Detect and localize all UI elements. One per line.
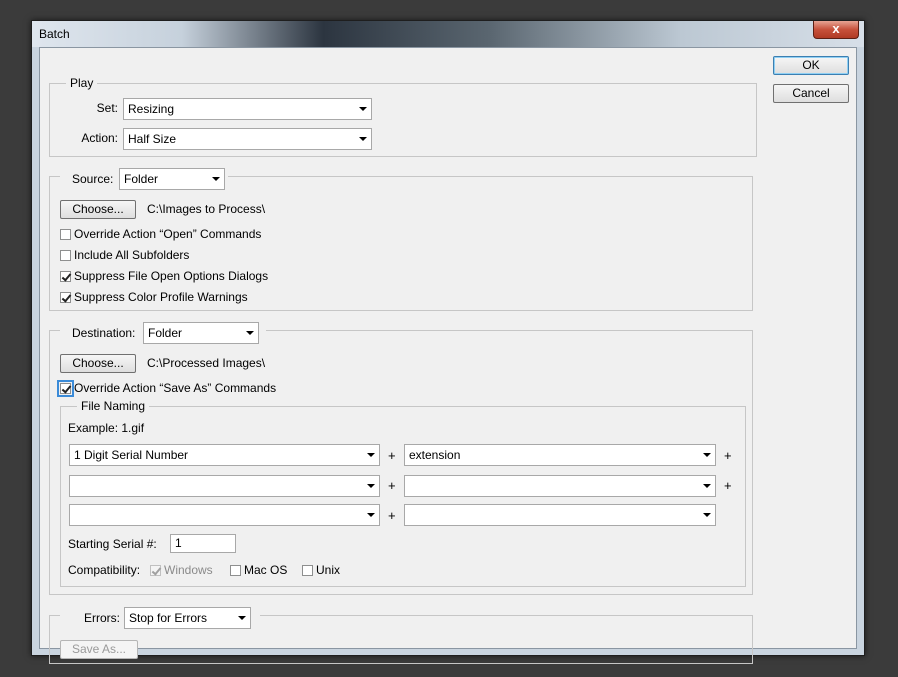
starting-serial-label: Starting Serial #: — [68, 537, 157, 551]
checkbox-label: Unix — [316, 563, 341, 577]
naming-example: Example: 1.gif — [68, 421, 145, 435]
source-value: Folder — [124, 172, 159, 186]
set-dropdown[interactable]: Resizing — [123, 98, 372, 120]
chevron-down-icon — [703, 453, 711, 457]
checkbox-label: Suppress Color Profile Warnings — [74, 290, 248, 304]
suppress-file-open-checkbox[interactable]: Suppress File Open Options Dialogs — [60, 269, 268, 283]
compat-unix-checkbox[interactable]: Unix — [302, 563, 340, 577]
chevron-down-icon — [246, 331, 254, 335]
checkbox-box[interactable] — [302, 565, 313, 576]
dialog-client-area: OK Cancel Play Set: Resizing Action: Hal… — [39, 47, 857, 664]
play-legend: Play — [66, 75, 98, 91]
compatibility-label: Compatibility: — [68, 563, 141, 577]
naming-field-value: 1 Digit Serial Number — [74, 448, 189, 462]
file-naming-legend: File Naming — [77, 398, 150, 414]
chevron-down-icon — [238, 616, 246, 620]
close-button[interactable]: x — [813, 21, 859, 39]
destination-path: C:\Processed Images\ — [147, 356, 266, 370]
compat-windows-checkbox[interactable]: Windows — [150, 563, 213, 577]
ok-button[interactable]: OK — [773, 56, 849, 75]
plus-sign: + — [388, 448, 396, 463]
naming-field-3-left[interactable] — [69, 504, 380, 526]
checkbox-box[interactable] — [230, 565, 241, 576]
title-bar[interactable]: Batch x — [32, 21, 864, 47]
naming-field-2-left[interactable] — [69, 475, 380, 497]
set-value: Resizing — [128, 102, 175, 116]
override-open-checkbox[interactable]: Override Action “Open” Commands — [60, 227, 261, 241]
cancel-button[interactable]: Cancel — [773, 84, 849, 103]
checkbox-box[interactable] — [60, 271, 71, 282]
destination-dropdown[interactable]: Folder — [143, 322, 259, 344]
checkbox-label: Windows — [164, 563, 213, 577]
plus-sign: + — [388, 508, 396, 523]
override-save-as-checkbox[interactable]: Override Action “Save As” Commands — [57, 380, 277, 397]
action-value: Half Size — [128, 132, 177, 146]
action-dropdown[interactable]: Half Size — [123, 128, 372, 150]
chevron-down-icon — [359, 137, 367, 141]
source-path: C:\Images to Process\ — [147, 202, 266, 216]
batch-dialog-window: Batch x OK Cancel Play Set: Resizing Act… — [31, 20, 865, 664]
checkbox-box[interactable] — [60, 229, 71, 240]
errors-label: Errors: — [84, 611, 120, 625]
checkbox-label: Mac OS — [244, 563, 288, 577]
checkbox-label: Include All Subfolders — [74, 248, 190, 262]
plus-sign: + — [388, 478, 396, 493]
destination-label: Destination: — [72, 326, 136, 340]
chevron-down-icon — [367, 484, 375, 488]
plus-sign: + — [724, 478, 732, 493]
errors-dropdown[interactable]: Stop for Errors — [124, 607, 251, 629]
destination-choose-button[interactable]: Choose... — [60, 354, 136, 373]
naming-field-1-right[interactable]: extension — [404, 444, 716, 466]
source-choose-button[interactable]: Choose... — [60, 200, 136, 219]
window-title: Batch — [39, 27, 70, 41]
destination-value: Folder — [148, 326, 183, 340]
chevron-down-icon — [367, 453, 375, 457]
checkbox-label: Suppress File Open Options Dialogs — [74, 269, 269, 283]
naming-field-3-right[interactable] — [404, 504, 716, 526]
save-as-button[interactable]: Save As... — [60, 640, 138, 659]
checkbox-box[interactable] — [150, 565, 161, 576]
chevron-down-icon — [703, 484, 711, 488]
checkbox-box[interactable] — [60, 292, 71, 303]
compat-macos-checkbox[interactable]: Mac OS — [230, 563, 287, 577]
naming-field-value: extension — [409, 448, 461, 462]
naming-field-2-right[interactable] — [404, 475, 716, 497]
checkbox-box[interactable] — [60, 250, 71, 261]
source-dropdown[interactable]: Folder — [119, 168, 225, 190]
chevron-down-icon — [359, 107, 367, 111]
chevron-down-icon — [212, 177, 220, 181]
suppress-color-profile-checkbox[interactable]: Suppress Color Profile Warnings — [60, 290, 248, 304]
action-label: Action: — [81, 131, 118, 145]
errors-value: Stop for Errors — [129, 611, 208, 625]
naming-field-1-left[interactable]: 1 Digit Serial Number — [69, 444, 380, 466]
chevron-down-icon — [703, 513, 711, 517]
checkbox-label: Override Action “Save As” Commands — [74, 381, 277, 395]
starting-serial-input[interactable]: 1 — [170, 534, 236, 553]
checkbox-label: Override Action “Open” Commands — [74, 227, 262, 241]
checkbox-box[interactable] — [57, 380, 74, 397]
set-label: Set: — [96, 101, 118, 115]
source-label: Source: — [72, 172, 114, 186]
include-subfolders-checkbox[interactable]: Include All Subfolders — [60, 248, 189, 262]
plus-sign: + — [724, 448, 732, 463]
chevron-down-icon — [367, 513, 375, 517]
